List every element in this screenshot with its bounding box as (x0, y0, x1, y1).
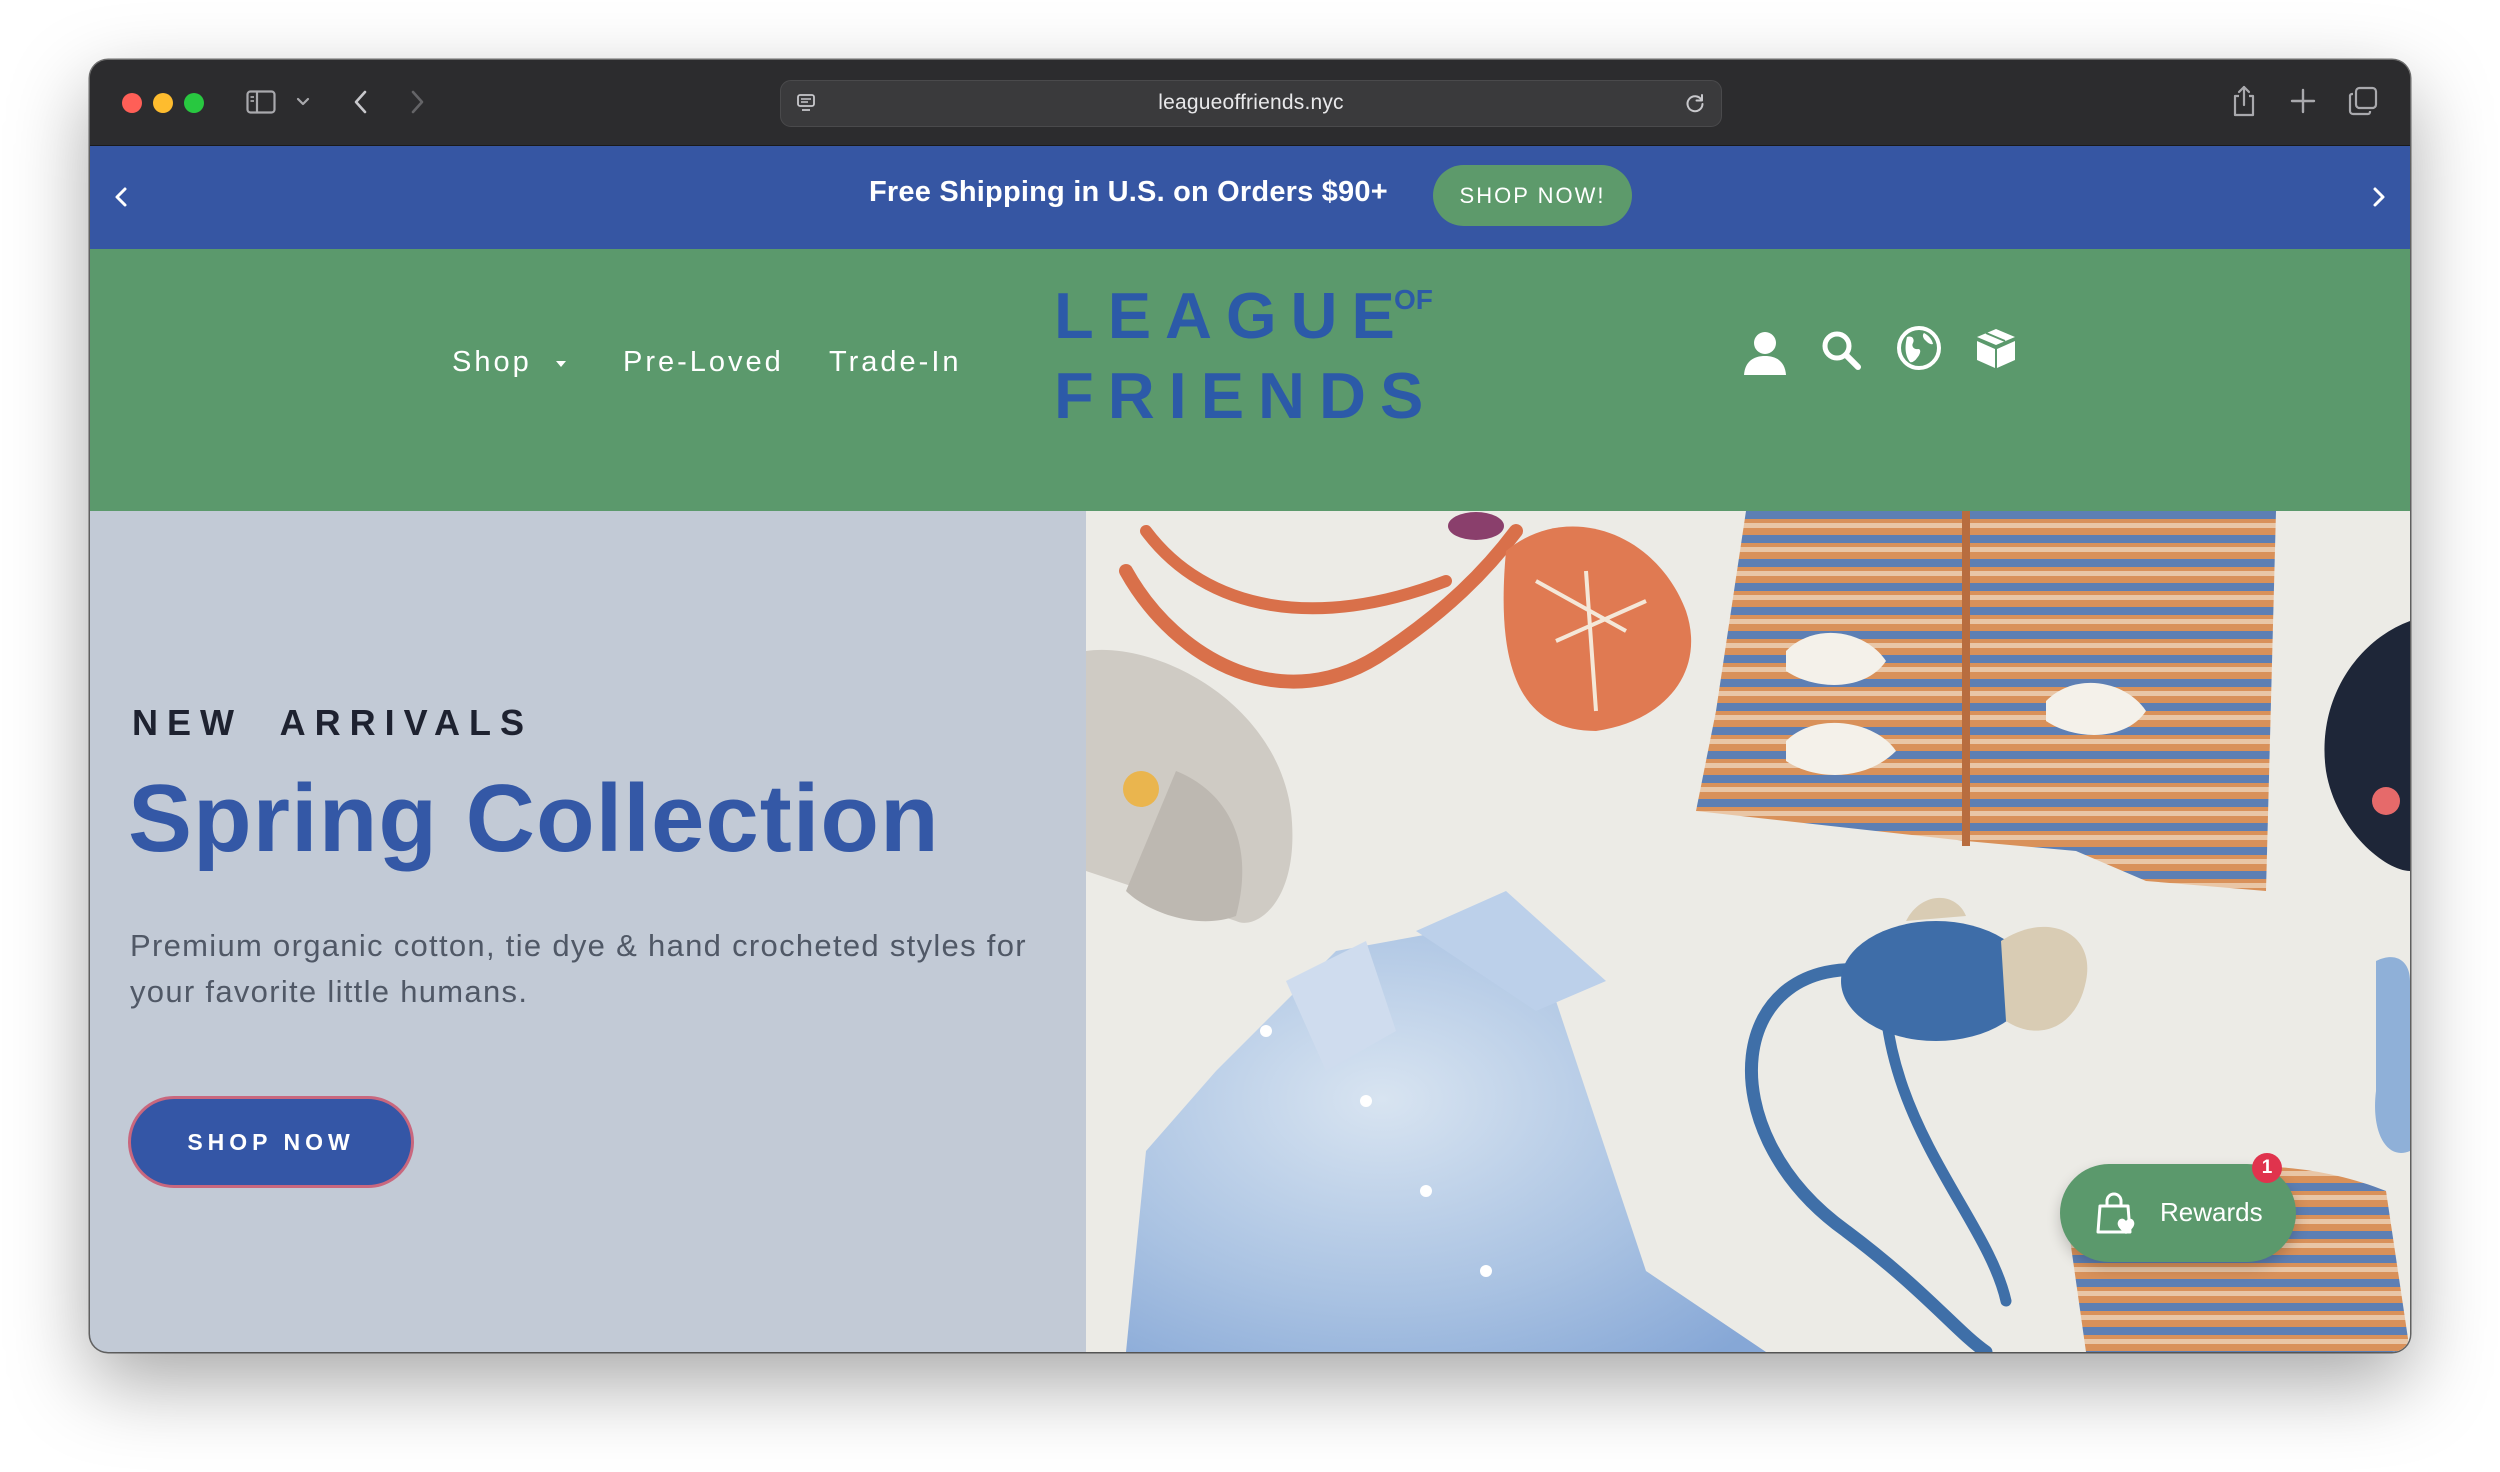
close-window-button[interactable] (122, 93, 142, 113)
announcement-text: Free Shipping in U.S. on Orders $90+ (869, 176, 1388, 208)
globe-icon[interactable] (1896, 325, 1942, 371)
search-icon[interactable] (1820, 329, 1862, 371)
browser-window: leagueoffriends.nyc Free Shipping in U.S… (90, 60, 2410, 1352)
nav-item-pre-loved[interactable]: Pre-Loved (623, 346, 784, 379)
reload-icon[interactable] (1683, 91, 1707, 115)
minimize-window-button[interactable] (153, 93, 173, 113)
shopping-bag-heart-icon (2096, 1192, 2135, 1234)
logo-line-2: FRIENDS (1054, 359, 1438, 432)
caret-down-icon[interactable] (554, 359, 568, 369)
new-tab-icon[interactable] (2290, 88, 2316, 114)
hero-title: Spring Collection (128, 765, 940, 872)
browser-titlebar: leagueoffriends.nyc (90, 60, 2410, 146)
hero-subtitle: Premium organic cotton, tie dye & hand c… (130, 928, 1027, 1009)
share-icon[interactable] (2230, 84, 2258, 118)
chevron-down-icon[interactable] (296, 92, 310, 112)
hero-text-panel: NEW ARRIVALS Spring Collection Premium o… (90, 511, 1086, 1352)
nav-item-trade-in[interactable]: Trade-In (829, 346, 962, 379)
chevron-left-icon[interactable] (112, 182, 130, 212)
hero-eyebrow: NEW ARRIVALS (132, 702, 533, 743)
nav-item-shop[interactable]: Shop (452, 346, 532, 379)
forward-arrow-icon[interactable] (408, 88, 426, 116)
url-text[interactable]: leagueoffriends.nyc (781, 91, 1721, 115)
address-bar[interactable]: leagueoffriends.nyc (780, 80, 1722, 127)
sidebar-toggle-icon[interactable] (246, 90, 276, 114)
rewards-badge: 1 (2252, 1153, 2282, 1183)
tab-overview-icon[interactable] (2348, 86, 2378, 116)
rewards-label[interactable]: Rewards (2160, 1197, 2263, 1228)
cart-box-icon[interactable] (1974, 326, 2018, 370)
account-icon[interactable] (1742, 329, 1788, 377)
announcement-bar: Free Shipping in U.S. on Orders $90+ SHO… (90, 146, 2410, 249)
logo-of: OF (1394, 284, 1433, 315)
zoom-window-button[interactable] (184, 93, 204, 113)
logo-line-1: LEAGUE (1054, 279, 1409, 352)
site-header: Shop Pre-Loved Trade-In LEAGUE OF FRIEND… (90, 249, 2410, 511)
announcement-shop-now-button[interactable]: SHOP NOW! (1433, 165, 1632, 226)
back-arrow-icon[interactable] (352, 88, 370, 116)
chevron-right-icon[interactable] (2370, 182, 2388, 212)
hero-shop-now-button[interactable]: SHOP NOW (128, 1096, 414, 1188)
site-logo[interactable]: LEAGUE OF FRIENDS (1054, 279, 1433, 433)
